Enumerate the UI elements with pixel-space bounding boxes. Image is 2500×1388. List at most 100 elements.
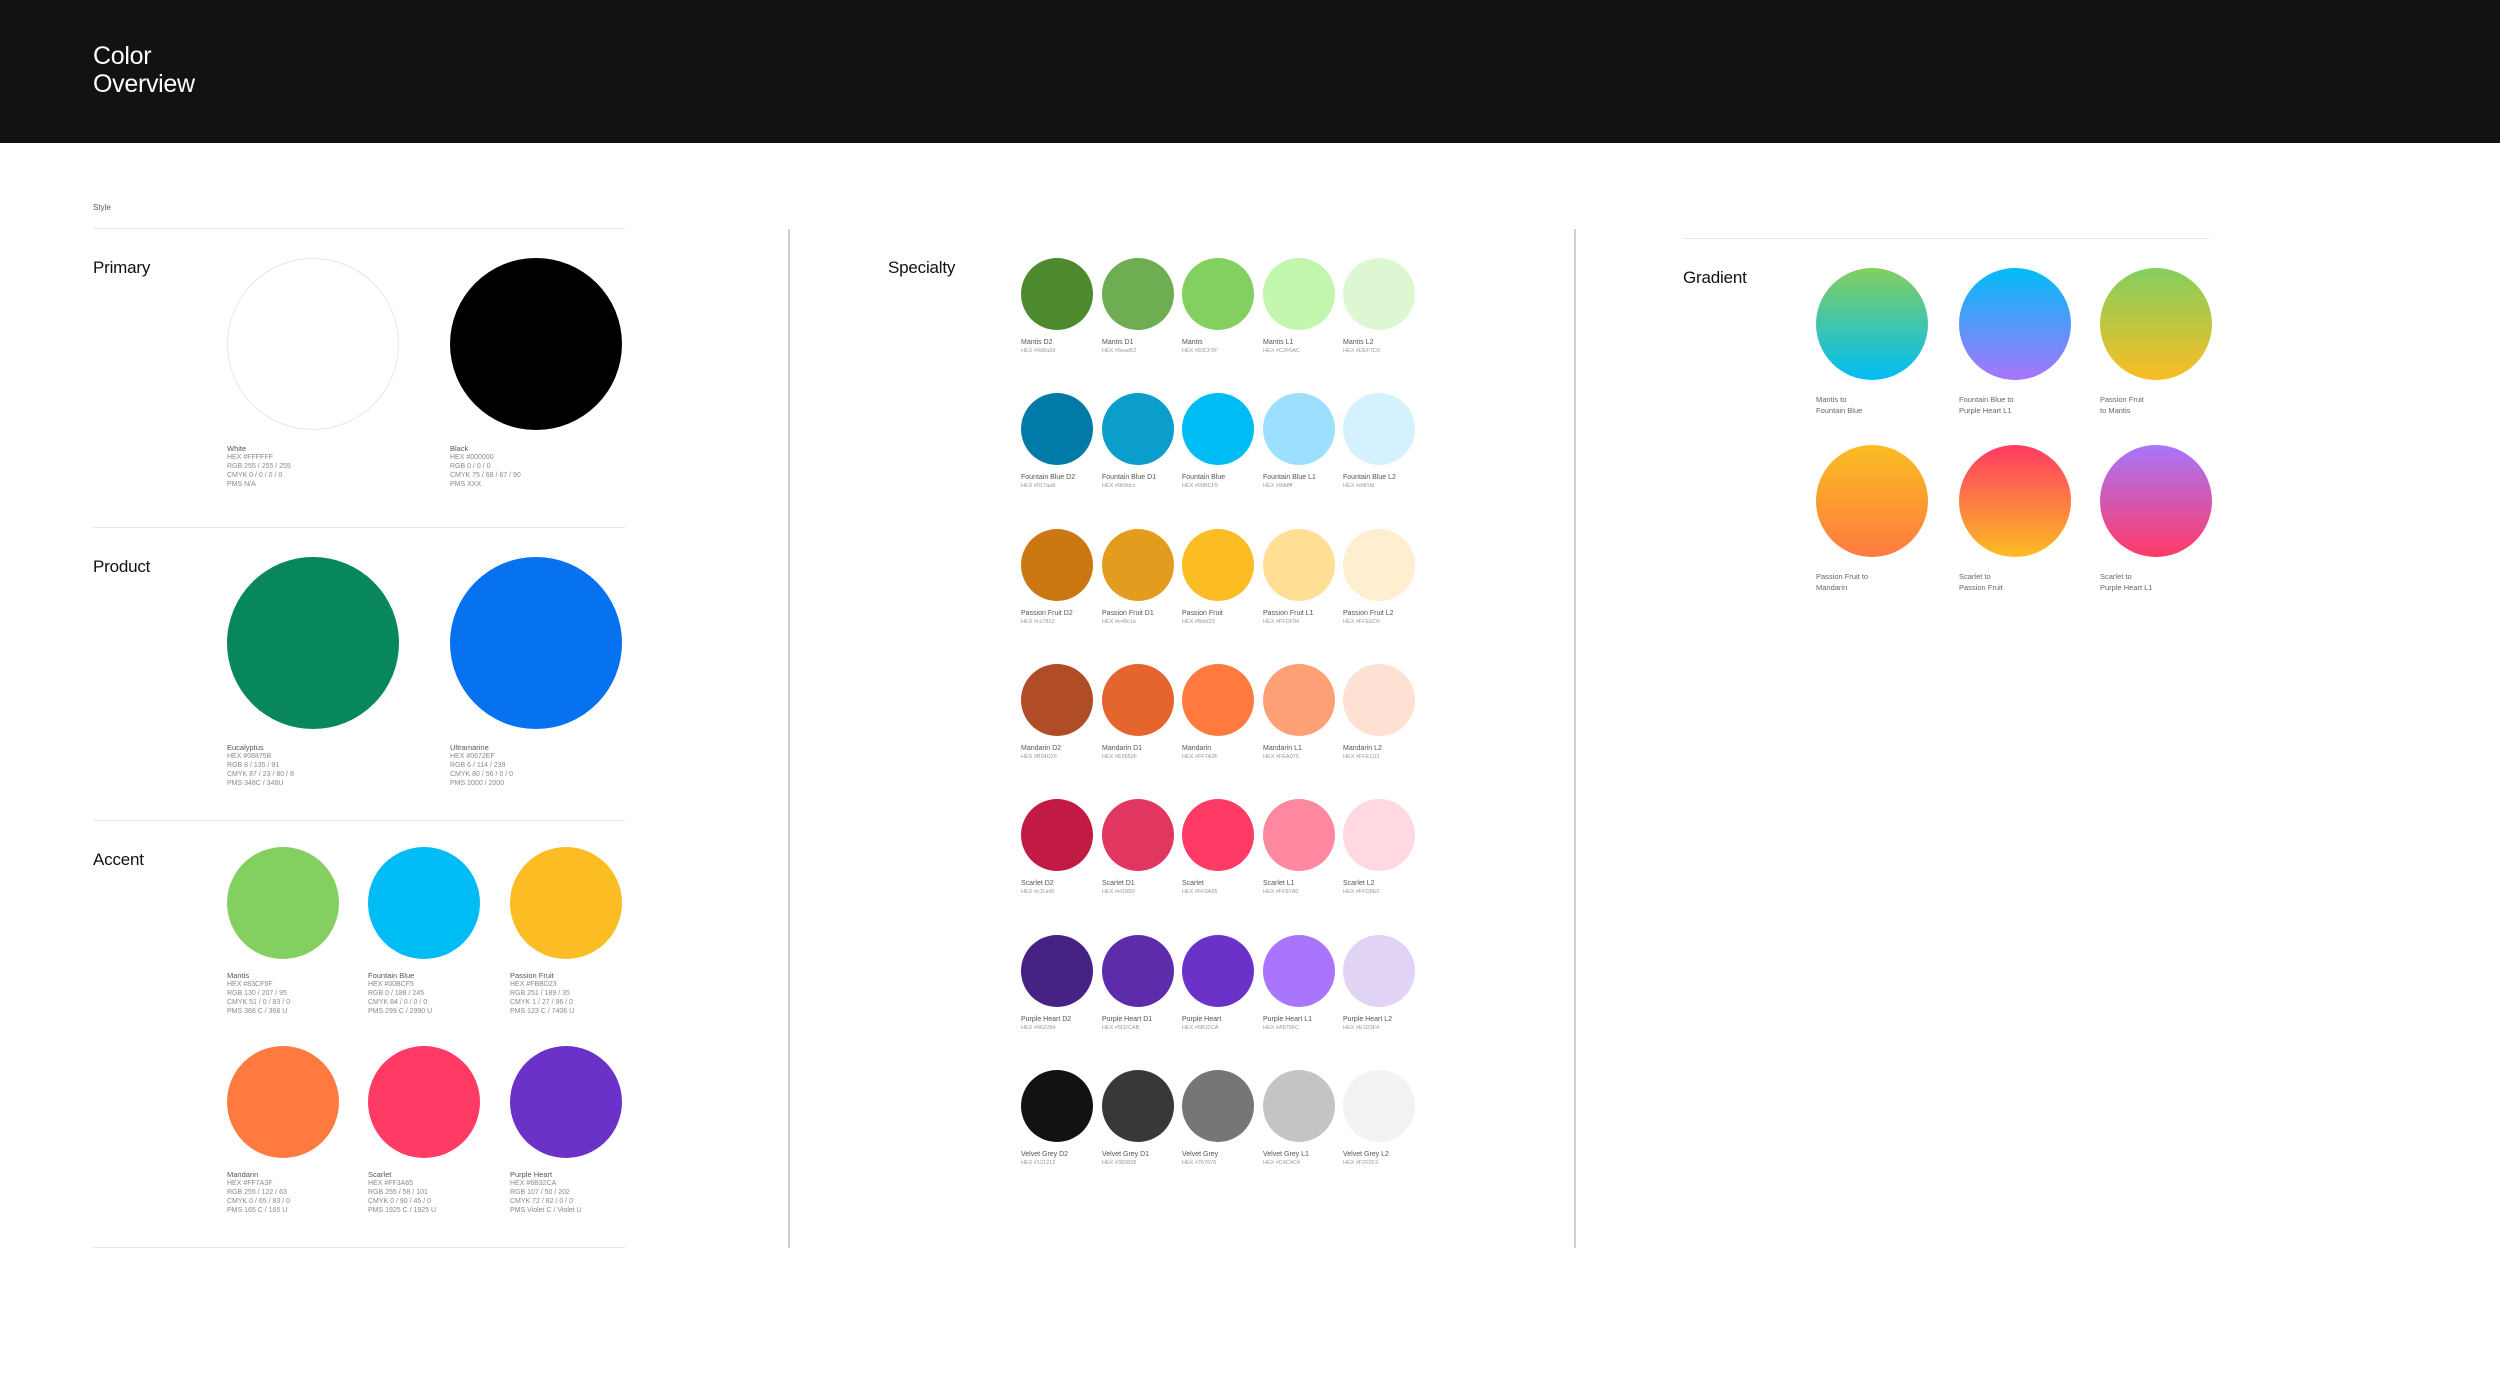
specialty-swatch: Purple Heart D1 HEX #5D2CAB (1102, 935, 1174, 1031)
swatch-circle (1021, 529, 1093, 601)
swatch-circle (1343, 393, 1415, 465)
section-title-accent: Accent (93, 850, 144, 869)
swatch-circle (1102, 529, 1174, 601)
swatch-circle (1343, 935, 1415, 1007)
specialty-swatch: Scarlet D1 HEX #e0365f (1102, 799, 1174, 895)
color-name: Ultramarine (450, 743, 489, 752)
specialty-swatch: Fountain Blue D1 HEX #0b9dcc (1102, 393, 1174, 489)
specialty-swatch: Scarlet L1 HEX #FF87A0 (1263, 799, 1335, 895)
swatch-circle (1263, 935, 1335, 1007)
gradient-name: Scarlet to Purple Heart L1 (2100, 571, 2153, 593)
color-spec: CMYK 75 / 68 / 67 / 90 (450, 472, 521, 479)
swatch-name: Fountain Blue L2 (1343, 474, 1396, 481)
color-spec: PMS 348C / 348U (227, 780, 284, 787)
color-spec: PMS XXX (450, 481, 482, 488)
color-spec: RGB 0 / 0 / 0 (450, 463, 491, 470)
swatch-name: Velvet Grey D1 (1102, 1151, 1150, 1158)
accent-info: Purple Heart HEX #6B32CA RGB 107 / 50 / 20… (510, 1170, 582, 1215)
swatch-hex: HEX #FEA075 (1263, 754, 1299, 760)
swatch-circle (1021, 935, 1093, 1007)
swatch-hex: HEX #383838 (1102, 1160, 1137, 1166)
swatch-circle (1263, 393, 1335, 465)
swatch-name: Purple Heart D1 (1102, 1016, 1153, 1023)
color-spec: CMYK 0 / 90 / 45 / 0 (368, 1198, 432, 1205)
color-spec: CMYK 51 / 0 / 83 / 0 (227, 999, 291, 1006)
color-spec: HEX #6B32CA (510, 1180, 557, 1187)
swatch-hex: HEX #121212 (1021, 1160, 1056, 1166)
gradient-name-line2: to Mantis (2100, 406, 2131, 415)
color-spec: PMS 123 C / 7406 U (510, 1008, 575, 1015)
color-spec: HEX #08875B (227, 753, 272, 760)
specialty-swatch: Mantis L1 HEX #C2F6AC (1263, 258, 1335, 354)
section-title-specialty: Specialty (888, 258, 956, 277)
swatch-name: Mantis D1 (1102, 339, 1134, 346)
swatch-circle (1343, 664, 1415, 736)
specialty-swatch: Fountain Blue HEX #00BCF5 (1182, 393, 1254, 489)
divider (93, 527, 625, 528)
accent-swatch (368, 847, 480, 959)
specialty-swatch: Scarlet D2 HEX #c11a45 (1021, 799, 1093, 895)
swatch-name: Scarlet D1 (1102, 880, 1135, 887)
specialty-swatch: Fountain Blue L2 HEX #d4f1fd (1343, 393, 1415, 489)
color-name: Passion Fruit (510, 971, 554, 980)
accent-info: Passion Fruit HEX #FBBD23 RGB 251 / 189 / … (510, 971, 574, 1016)
gradient-name: Mantis to Fountain Blue (1816, 394, 1862, 416)
color-name: Eucalyptus (227, 743, 264, 752)
swatch-hex: HEX #FF7A3F (1182, 754, 1218, 760)
specialty-swatch: Velvet Grey HEX #767676 (1182, 1070, 1254, 1166)
accent-info: Mandarin HEX #FF7A3F RGB 255 / 122 / 63 CMY… (227, 1170, 290, 1215)
specialty-swatch: Mandarin HEX #FF7A3F (1182, 664, 1254, 760)
color-spec: CMYK 84 / 0 / 0 / 0 (368, 999, 428, 1006)
swatch-hex: HEX #5D2CAB (1102, 1025, 1140, 1031)
specialty-swatch: Purple Heart D2 HEX #462284 (1021, 935, 1093, 1031)
swatch-circle (1343, 258, 1415, 330)
swatch-name: Passion Fruit L1 (1263, 610, 1314, 617)
swatch-name: Scarlet L1 (1263, 880, 1295, 887)
product-swatch (450, 557, 622, 729)
color-spec: RGB 0 / 188 / 245 (368, 990, 425, 997)
accent-swatch (510, 847, 622, 959)
specialty-swatch: Mantis HEX #83CF5F (1182, 258, 1254, 354)
primary-swatch (227, 258, 399, 430)
specialty-swatch: Mandarin L1 HEX #FEA075 (1263, 664, 1335, 760)
color-spec: CMYK 72 / 82 / 0 / 0 (510, 1198, 574, 1205)
swatch-name: Scarlet (1182, 880, 1204, 887)
specialty-swatch: Fountain Blue L1 HEX #9ddfff (1263, 393, 1335, 489)
color-spec: RGB 255 / 122 / 63 (227, 1189, 287, 1196)
swatch-name: Fountain Blue (1182, 474, 1226, 481)
swatch-hex: HEX #0b9dcc (1102, 483, 1136, 489)
swatch-hex: HEX #4d8a2d (1021, 348, 1056, 354)
swatch-circle (1021, 1070, 1093, 1142)
swatch-name: Scarlet L2 (1343, 880, 1375, 887)
color-spec: RGB 107 / 50 / 202 (510, 1189, 570, 1196)
swatch-circle (1021, 799, 1093, 871)
swatch-name: Purple Heart (1182, 1016, 1222, 1023)
color-spec: PMS 1925 C / 1925 U (368, 1207, 437, 1214)
swatch-hex: HEX #FFDF94 (1263, 619, 1300, 625)
swatch-hex: HEX #9ddfff (1263, 483, 1293, 489)
swatch-hex: HEX #6ead52 (1102, 348, 1137, 354)
gradient-circle (1816, 268, 1928, 380)
gradient-name-line2: Purple Heart L1 (2100, 583, 2153, 592)
color-spec: RGB 251 / 189 / 35 (510, 990, 570, 997)
swatch-hex: HEX #C4C4C4 (1263, 1160, 1300, 1166)
specialty-swatch: Mantis D2 HEX #4d8a2d (1021, 258, 1093, 354)
color-spec: HEX #0672EF (450, 753, 495, 760)
specialty-swatch: Mandarin D1 HEX #E5652F (1102, 664, 1174, 760)
section-title-primary: Primary (93, 258, 151, 277)
specialty-swatch: Passion Fruit HEX #fbbd23 (1182, 529, 1254, 625)
swatch-circle (1343, 1070, 1415, 1142)
swatch-circle (1102, 664, 1174, 736)
color-spec: HEX #FBBD23 (510, 981, 557, 988)
color-spec: HEX #83CF5F (227, 981, 273, 988)
swatch-circle (1182, 258, 1254, 330)
swatch-name: Mantis (1182, 339, 1203, 346)
color-name: Fountain Blue (368, 971, 415, 980)
color-spec: RGB 8 / 135 / 91 (227, 762, 280, 769)
divider (93, 820, 625, 821)
accent-info: Mantis HEX #83CF5F RGB 130 / 207 / 95 CMYK … (227, 971, 290, 1016)
section-title-product: Product (93, 557, 151, 576)
color-name: Black (450, 444, 469, 453)
color-spec: RGB 255 / 255 / 255 (227, 463, 291, 470)
gradient-circle (2100, 268, 2212, 380)
